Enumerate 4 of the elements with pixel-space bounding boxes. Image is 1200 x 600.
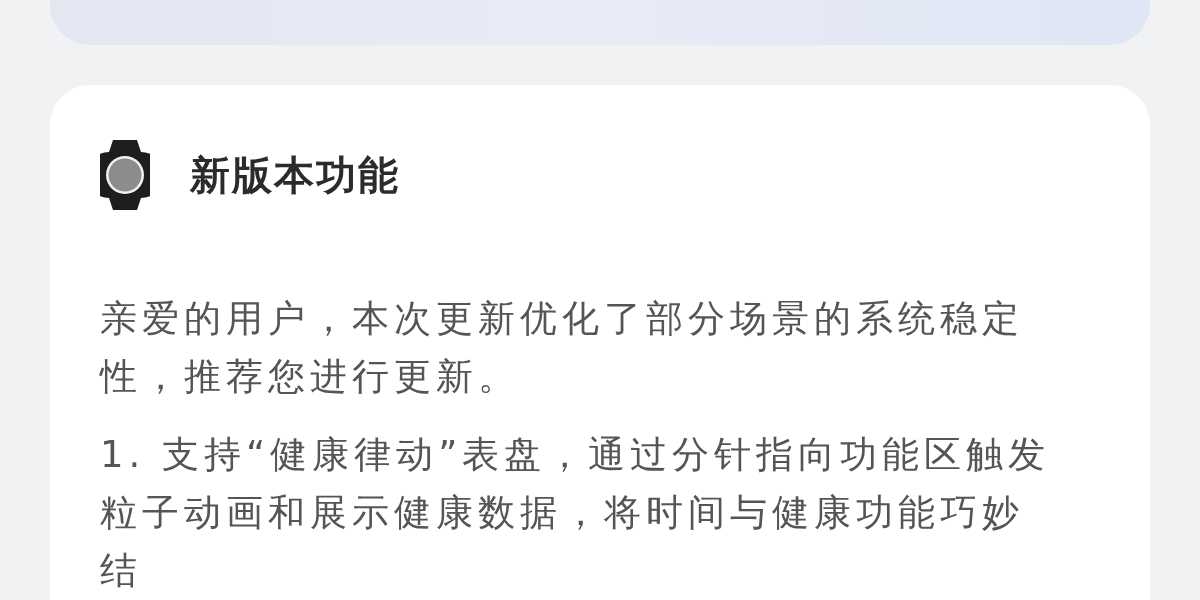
section-title: 新版本功能: [190, 150, 400, 200]
description-paragraph: 亲爱的用户，本次更新优化了部分场景的系统稳定性，推荐您进行更新。: [100, 296, 1025, 400]
description-paragraph: 1. 支持“健康律动”表盘，通过分针指向功能区触发粒子动画和展示健康数据，将时间与健康功能巧妙结: [100, 432, 1052, 594]
watch-icon: [100, 140, 150, 210]
